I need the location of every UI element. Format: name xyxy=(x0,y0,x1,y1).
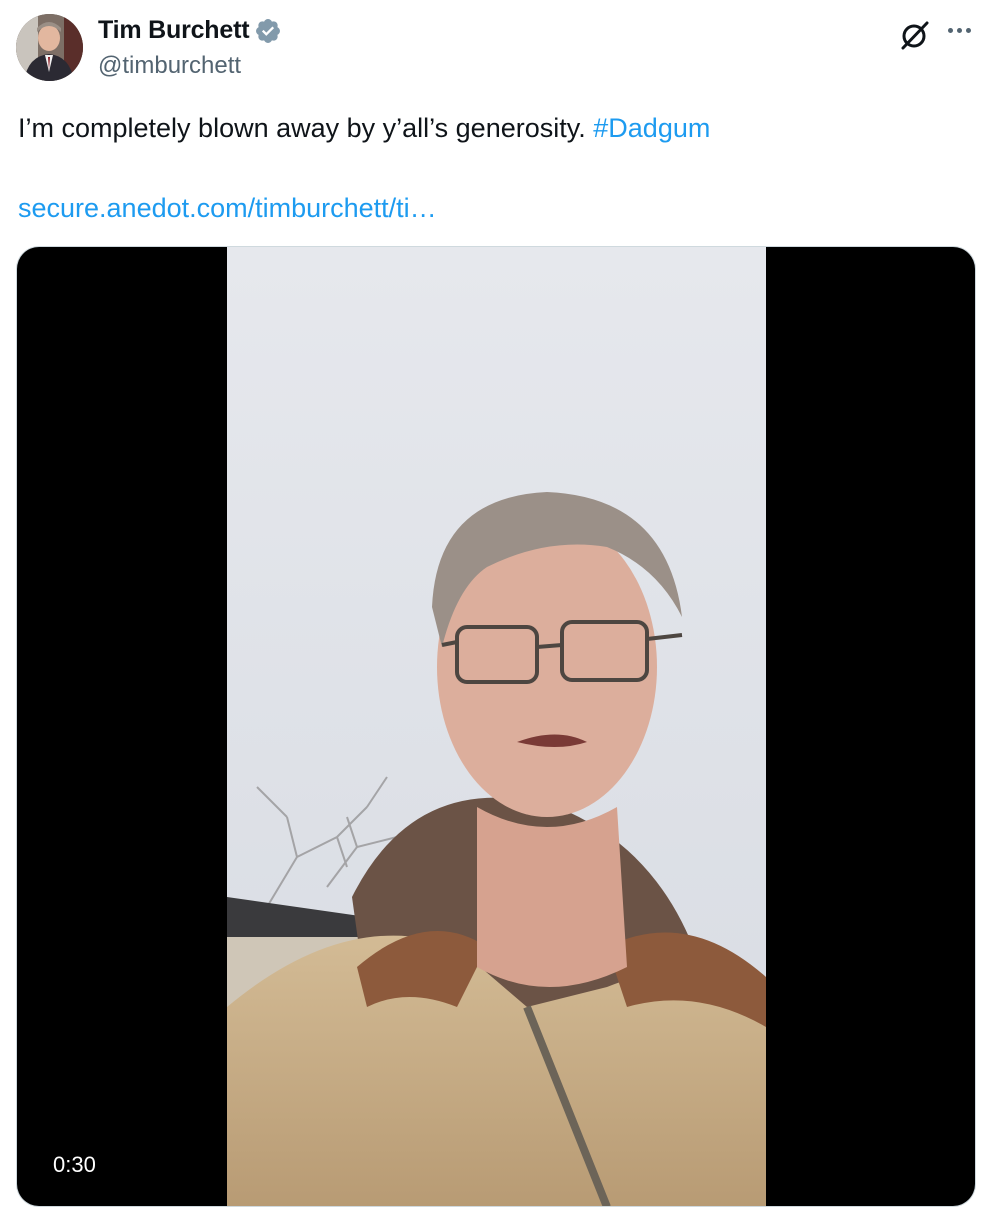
tweet-body: I’m completely blown away by y’all’s gen… xyxy=(18,113,586,143)
more-options-icon[interactable] xyxy=(948,28,978,38)
video-player[interactable]: 0:30 xyxy=(17,247,975,1206)
video-thumbnail xyxy=(227,247,766,1206)
avatar[interactable] xyxy=(16,14,83,81)
author-name-row: Tim Burchett xyxy=(98,16,282,45)
author-display-name[interactable]: Tim Burchett xyxy=(98,16,250,45)
grok-icon[interactable] xyxy=(899,19,931,51)
video-duration: 0:30 xyxy=(53,1152,96,1177)
external-link[interactable]: secure.anedot.com/timburchett/ti… xyxy=(18,190,437,226)
hashtag-link[interactable]: #Dadgum xyxy=(593,113,710,143)
tweet-text: I’m completely blown away by y’all’s gen… xyxy=(18,110,710,146)
author-handle[interactable]: @timburchett xyxy=(98,52,241,80)
verified-badge-icon xyxy=(256,18,281,43)
tweet: Tim Burchett @timburchett I’m completely… xyxy=(0,0,990,1222)
